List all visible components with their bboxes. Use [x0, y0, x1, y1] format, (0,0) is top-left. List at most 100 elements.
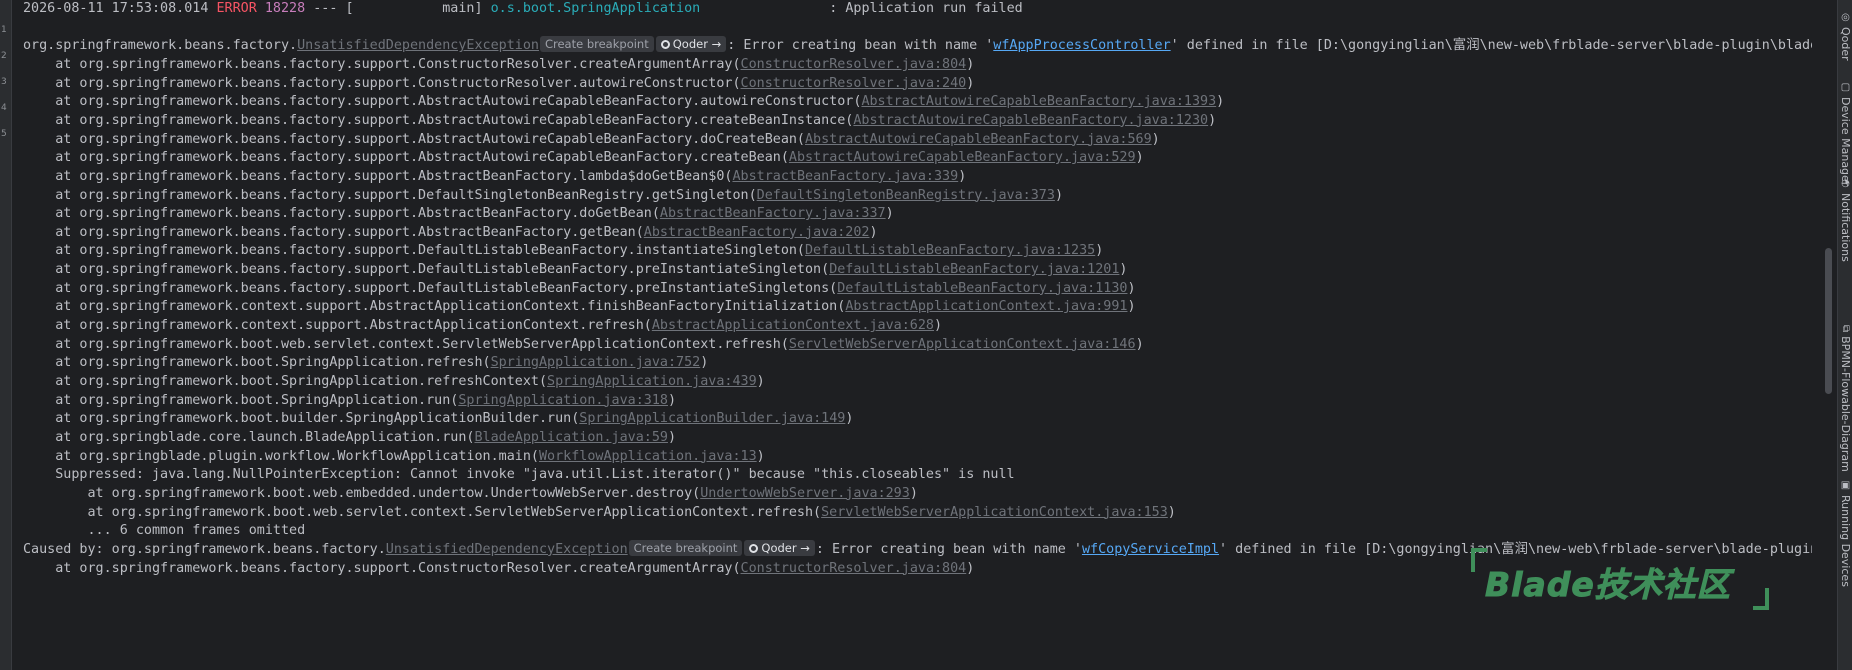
frame-close: ) [1135, 150, 1144, 166]
frame-text: at org.springframework.boot.SpringApplic… [23, 355, 491, 371]
source-link[interactable]: AbstractBeanFactory.java:202 [644, 225, 870, 240]
frame-text: at org.springframework.beans.factory.sup… [23, 150, 789, 166]
gutter-glyph: 3 [1, 77, 7, 87]
source-link[interactable]: DefaultListableBeanFactory.java:1201 [829, 262, 1119, 277]
frame-text: at org.springframework.context.support.A… [23, 299, 846, 315]
source-link[interactable]: UndertowWebServer.java:293 [700, 486, 910, 501]
exception-class-link[interactable]: UnsatisfiedDependencyException [297, 38, 539, 53]
frame-text: at org.springframework.boot.web.servlet.… [23, 504, 822, 520]
source-link[interactable]: SpringApplication.java:752 [491, 355, 701, 370]
frame-close: ) [1135, 336, 1144, 352]
frame-close: ) [1054, 187, 1063, 203]
qoder-button[interactable]: Qoder → [655, 36, 727, 53]
log-separator: --- [ [305, 1, 354, 16]
frame-text: at org.springframework.boot.builder.Spri… [23, 411, 580, 427]
frame-close: ) [966, 560, 975, 576]
watermark-bracket-right [1753, 588, 1769, 610]
left-tool-gutter: 1 2 3 4 5 [0, 0, 12, 670]
exception-message: : Error creating bean with name ' [727, 38, 994, 54]
source-link[interactable]: AbstractAutowireCapableBeanFactory.java:… [789, 150, 1136, 165]
frame-close: ) [667, 392, 677, 408]
frame-text: at org.springframework.beans.factory.sup… [23, 112, 854, 128]
frame-text: at org.springframework.boot.SpringApplic… [23, 374, 548, 389]
source-link[interactable]: AbstractAutowireCapableBeanFactory.java:… [805, 132, 1152, 147]
frame-close: ) [1151, 131, 1160, 147]
frame-close: ) [1127, 299, 1136, 315]
frame-close: ) [1216, 94, 1225, 110]
suppressed-text: Suppressed: java.lang.NullPointerExcepti… [23, 467, 1015, 483]
frame-text: at org.springframework.beans.factory.sup… [23, 262, 830, 278]
source-link[interactable]: AbstractAutowireCapableBeanFactory.java:… [853, 113, 1208, 128]
source-link[interactable]: SpringApplicationBuilder.java:149 [579, 411, 845, 426]
source-link[interactable]: AbstractApplicationContext.java:628 [652, 318, 934, 333]
frame-close: ) [966, 75, 975, 91]
device-manager-icon: ▢ [1840, 82, 1851, 93]
qoder-label: Qoder → [761, 540, 810, 555]
frame-text: at org.springframework.context.support.A… [23, 318, 652, 334]
source-link[interactable]: AbstractAutowireCapableBeanFactory.java:… [861, 94, 1216, 109]
frame-text: at org.springframework.beans.factory.sup… [23, 560, 741, 576]
frame-close: ) [1119, 262, 1128, 278]
right-tool-window-strip: ◎ Qoder ▢ Device Manager ◔ Notifications ⧉ BPMN… [1837, 0, 1852, 670]
source-link[interactable]: AbstractApplicationContext.java:991 [845, 299, 1127, 314]
frame-close: ) [1095, 243, 1104, 259]
tool-tab-bpmn-flowable-diagram[interactable]: ⧉ BPMN-Flowable-Diagram [1838, 325, 1852, 472]
exception-prefix: Caused by: org.springframework.beans.fac… [23, 541, 386, 557]
watermark-text: Blade技术社区 [1485, 565, 1731, 605]
qoder-button[interactable]: Qoder → [744, 539, 815, 556]
stack-frame-partial: at org.springframework.beans.factory.sup… [23, 558, 974, 580]
frame-close: ) [756, 374, 765, 389]
frame-close: ) [869, 224, 878, 240]
gutter-glyph: 2 [1, 51, 7, 61]
frame-text: at org.springframework.beans.factory.sup… [23, 56, 741, 72]
log-logger: o.s.boot.SpringApplication [490, 1, 701, 16]
frame-text: at org.springframework.beans.factory.sup… [23, 187, 757, 203]
tool-tab-notifications[interactable]: ◔ Notifications [1838, 178, 1852, 262]
log-message: : Application run failed [700, 1, 1023, 16]
tool-tab-qoder[interactable]: ◎ Qoder [1838, 12, 1852, 61]
frame-close: ) [885, 206, 894, 222]
source-link[interactable]: DefaultSingletonBeanRegistry.java:373 [757, 188, 1055, 203]
source-link[interactable]: SpringApplication.java:439 [547, 374, 757, 389]
source-link[interactable]: AbstractBeanFactory.java:337 [660, 206, 886, 221]
frame-close: ) [1208, 112, 1217, 128]
exception-message: : Error creating bean with name ' [815, 541, 1082, 557]
vertical-scrollbar-thumb[interactable] [1825, 248, 1832, 394]
tool-tab-device-manager[interactable]: ▢ Device Manager [1838, 82, 1852, 186]
gutter-glyph: 5 [1, 129, 7, 139]
watermark: Blade技术社区 [1463, 546, 1773, 614]
source-link[interactable]: ConstructorResolver.java:240 [741, 76, 967, 91]
source-link[interactable]: DefaultListableBeanFactory.java:1235 [805, 243, 1095, 258]
source-link[interactable]: WorkflowApplication.java:13 [539, 449, 757, 464]
qoder-icon [749, 543, 759, 553]
source-link[interactable]: DefaultListableBeanFactory.java:1130 [837, 281, 1127, 296]
frame-text: at org.springframework.boot.SpringApplic… [23, 392, 459, 408]
create-breakpoint-button[interactable]: Create breakpoint [628, 539, 743, 556]
source-link[interactable]: BladeApplication.java:59 [474, 430, 667, 445]
bean-name-link[interactable]: wfCopyServiceImpl [1082, 542, 1219, 557]
frame-close: ) [958, 168, 967, 184]
create-breakpoint-button[interactable]: Create breakpoint [539, 36, 654, 53]
bean-name-link[interactable]: wfAppProcessController [993, 38, 1170, 53]
frame-text: at org.springframework.beans.factory.sup… [23, 131, 805, 147]
source-link[interactable]: ConstructorResolver.java:804 [741, 561, 967, 576]
source-link[interactable]: ConstructorResolver.java:804 [741, 57, 967, 72]
gutter-glyph: 1 [1, 25, 7, 35]
exception-class-link[interactable]: UnsatisfiedDependencyException [386, 542, 628, 557]
source-link[interactable]: ServletWebServerApplicationContext.java:… [789, 337, 1136, 352]
tool-tab-label: Device Manager [1839, 97, 1852, 187]
log-timestamp: 2026-08-11 17:53:08.014 [23, 1, 209, 16]
running-devices-icon: ▣ [1840, 480, 1851, 491]
frame-text: at org.springframework.beans.factory.sup… [23, 224, 644, 240]
frame-close: ) [934, 318, 943, 334]
qoder-label: Qoder → [672, 37, 722, 52]
tool-tab-running-devices[interactable]: ▣ Running Devices [1838, 480, 1852, 587]
source-link[interactable]: ServletWebServerApplicationContext.java:… [821, 505, 1168, 520]
source-link[interactable]: AbstractBeanFactory.java:339 [732, 169, 958, 184]
frame-close: ) [1167, 504, 1176, 520]
source-link[interactable]: SpringApplication.java:318 [458, 393, 668, 408]
gutter-glyph: 4 [1, 103, 7, 113]
log-thread: main] [353, 1, 483, 16]
tool-tab-label: Notifications [1839, 193, 1852, 262]
log-level: ERROR [216, 1, 257, 16]
